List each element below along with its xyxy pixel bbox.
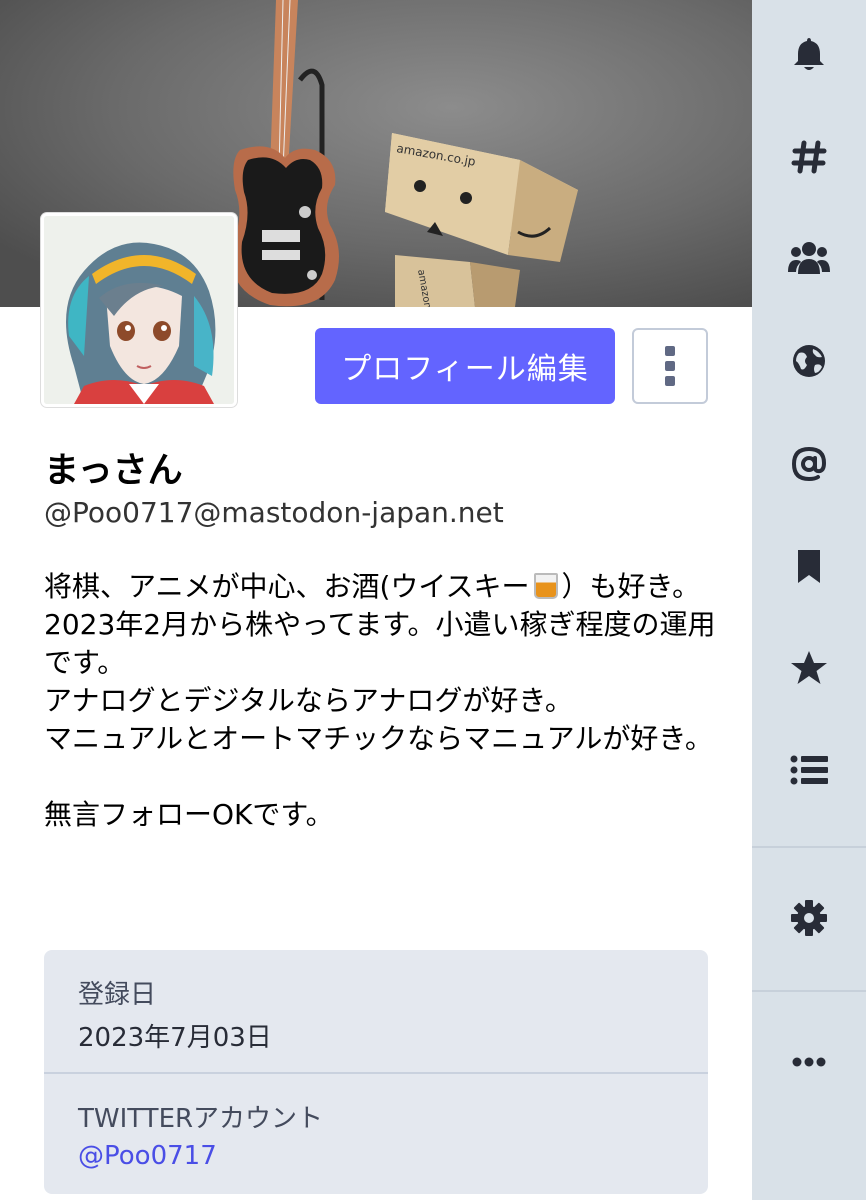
twitter-link[interactable]: @Poo0717 [78, 1141, 674, 1171]
globe-icon [793, 345, 825, 377]
avatar-illustration [44, 216, 234, 404]
bio-paragraph-1: 将棋、アニメが中心、お酒(ウイスキー ）も好き。 2023年2月から株やってます。… [44, 570, 716, 755]
bell-icon [794, 38, 824, 70]
nav-lists[interactable] [752, 730, 866, 810]
gear-icon [791, 900, 827, 936]
users-icon [788, 242, 830, 274]
nav-more[interactable] [752, 1022, 866, 1102]
nav-local[interactable] [752, 218, 866, 298]
list-icon [790, 755, 828, 785]
avatar[interactable] [41, 213, 237, 407]
field-joined: 登録日 2023年7月03日 [44, 950, 708, 1072]
edit-profile-button[interactable]: プロフィール編集 [315, 328, 615, 404]
nav-preferences[interactable] [752, 878, 866, 958]
field-twitter: TWITTERアカウント @Poo0717 [44, 1072, 708, 1194]
nav-divider [752, 846, 866, 848]
nav-bookmarks[interactable] [752, 526, 866, 606]
nav-mentions[interactable] [752, 424, 866, 504]
profile-column: amazon.co.jp amazon.co プロフィール編集 まっさん @Po… [0, 0, 752, 1200]
field-label: 登録日 [78, 980, 157, 1010]
nav-federated[interactable] [752, 321, 866, 401]
bio-paragraph-2: 無言フォローOKです。 [44, 798, 334, 831]
profile-fields: 登録日 2023年7月03日 TWITTERアカウント @Poo0717 [44, 950, 708, 1194]
whisky-glass-emoji [533, 573, 558, 599]
more-icon [792, 1057, 826, 1067]
navigation-sidebar [752, 0, 866, 1200]
nav-divider [752, 990, 866, 992]
nav-explore[interactable] [752, 117, 866, 197]
nav-favourites[interactable] [752, 628, 866, 708]
star-icon [791, 651, 827, 684]
nav-notifications[interactable] [752, 14, 866, 94]
at-icon [791, 446, 827, 482]
profile-bio: 将棋、アニメが中心、お酒(ウイスキー ）も好き。 2023年2月から株やってます。… [44, 568, 724, 834]
vertical-ellipsis-icon [665, 346, 675, 356]
account-handle: @Poo0717@mastodon-japan.net [44, 496, 504, 529]
display-name: まっさん [44, 451, 183, 491]
bookmark-icon [798, 550, 820, 583]
hashtag-icon [791, 140, 827, 174]
more-options-button[interactable] [632, 328, 708, 404]
field-label: TWITTERアカウント [78, 1104, 324, 1134]
field-value: 2023年7月03日 [78, 1023, 272, 1053]
